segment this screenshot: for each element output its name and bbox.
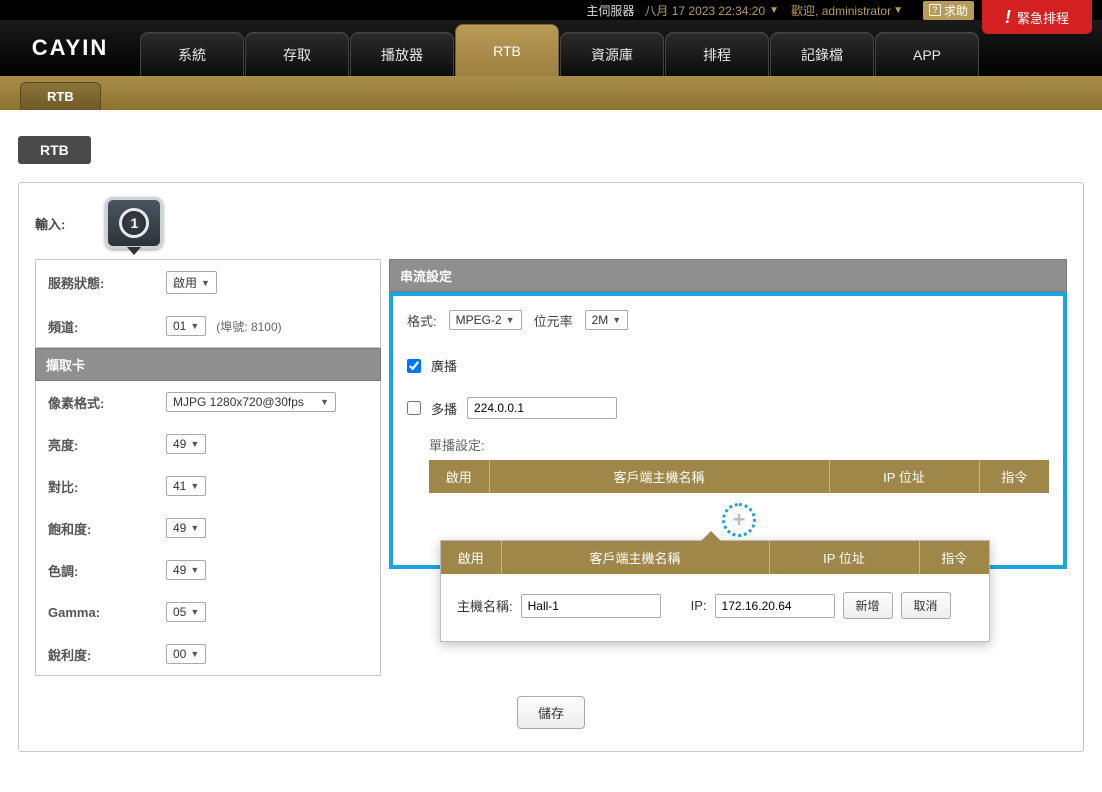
popup-ip-label: IP: [691,598,707,613]
chevron-down-icon: ▼ [190,607,199,617]
help-button[interactable]: ? 求助 [923,1,974,20]
bitrate-label: 位元率 [534,311,573,330]
channel-select[interactable]: 01▼ [166,316,206,336]
chevron-down-icon: ▼ [190,523,199,533]
nav-app[interactable]: APP [875,32,979,76]
nav-rtb[interactable]: RTB [455,24,559,76]
input-label: 輸入: [35,214,65,233]
popup-col-enable: 啟用 [441,541,501,574]
saturation-label: 飽和度: [48,519,166,538]
input-number-icon: 1 [119,208,149,238]
main-header: CAYIN 系統 存取 播放器 RTB 資源庫 排程 記錄檔 APP [0,20,1102,76]
broadcast-checkbox[interactable] [407,359,421,373]
main-nav: 系統 存取 播放器 RTB 資源庫 排程 記錄檔 APP [140,20,980,76]
hue-select[interactable]: 49▼ [166,560,206,580]
popup-pointer-icon [701,531,721,541]
page-content: RTB 輸入: 1 服務狀態: 啟用▼ [0,110,1102,792]
multicast-checkbox[interactable] [407,401,421,415]
format-select[interactable]: MPEG-2▼ [449,310,522,330]
multicast-ip-input[interactable] [467,397,617,419]
unicast-table: 啟用 客戶端主機名稱 IP 位址 指令 + [429,460,1049,547]
nav-system[interactable]: 系統 [140,32,244,76]
add-unicast-popup: 啟用 客戶端主機名稱 IP 位址 指令 主機名稱: IP: 新增 取消 [440,540,990,642]
col-ip: IP 位址 [829,460,979,493]
popup-ip-input[interactable] [715,594,835,618]
brightness-select[interactable]: 49▼ [166,434,206,454]
exclamation-icon: ! [1005,7,1011,28]
channel-label: 頻道: [48,317,166,336]
hue-label: 色調: [48,561,166,580]
popup-cancel-button[interactable]: 取消 [901,592,951,619]
saturation-select[interactable]: 49▼ [166,518,206,538]
popup-col-cmd: 指令 [919,541,989,574]
chevron-down-icon: ▼ [190,481,199,491]
nav-schedule[interactable]: 排程 [665,32,769,76]
pixel-format-label: 像素格式: [48,393,166,412]
username: administrator [822,4,891,18]
col-host: 客戶端主機名稱 [489,460,829,493]
chevron-down-icon: ▼ [190,321,199,331]
sharpness-label: 銳利度: [48,645,166,664]
col-enable: 啟用 [429,460,489,493]
left-column: 服務狀態: 啟用▼ 頻道: 01▼ (埠號: 8100) [35,259,381,676]
chevron-down-icon: ▼ [201,278,210,288]
chevron-down-icon: ▼ [320,397,329,407]
chevron-down-icon: ▼ [190,649,199,659]
chevron-down-icon: ▼ [190,439,199,449]
rtb-panel: 輸入: 1 服務狀態: 啟用▼ [18,182,1084,752]
sharpness-select[interactable]: 00▼ [166,644,206,664]
stream-settings-header: 串流設定 [389,259,1067,292]
nav-log[interactable]: 記錄檔 [770,32,874,76]
multicast-label: 多播 [431,399,457,418]
question-icon: ? [929,4,941,16]
page-title: RTB [18,136,91,164]
plus-icon: + [733,507,746,533]
nav-resource[interactable]: 資源庫 [560,32,664,76]
chevron-down-icon: ▼ [190,565,199,575]
broadcast-label: 廣播 [431,356,457,375]
popup-col-ip: IP 位址 [769,541,919,574]
add-unicast-button[interactable]: + [722,503,756,537]
subnav-rtb[interactable]: RTB [20,82,101,110]
stream-settings-box: 格式: MPEG-2▼ 位元率 2M▼ 廣播 多播 [389,292,1067,569]
capture-card-header: 擷取卡 [35,348,381,381]
save-button[interactable]: 儲存 [517,696,585,729]
emergency-schedule-button[interactable]: ! 緊急排程 [982,0,1092,34]
chevron-down-icon [127,247,141,255]
input-selector-row: 輸入: 1 [35,197,1067,249]
pixel-format-select[interactable]: MJPG 1280x720@30fps▼ [166,392,336,412]
service-status-select[interactable]: 啟用▼ [166,271,217,294]
top-info-bar: 主伺服器 八月 17 2023 22:34:20 ▼ 歡迎, administr… [0,0,1102,20]
welcome-text: 歡迎, administrator [791,2,891,19]
gamma-select[interactable]: 05▼ [166,602,206,622]
service-status-label: 服務狀態: [48,273,166,292]
contrast-select[interactable]: 41▼ [166,476,206,496]
nav-player[interactable]: 播放器 [350,32,454,76]
popup-hostname-input[interactable] [521,594,661,618]
chevron-down-icon: ▼ [612,315,621,325]
popup-add-button[interactable]: 新增 [843,592,893,619]
popup-hostname-label: 主機名稱: [457,596,513,615]
col-cmd: 指令 [979,460,1049,493]
server-label: 主伺服器 [586,2,634,19]
user-menu-chevron-down-icon[interactable]: ▼ [893,5,903,16]
server-datetime: 八月 17 2023 22:34:20 [644,2,765,19]
nav-access[interactable]: 存取 [245,32,349,76]
contrast-label: 對比: [48,477,166,496]
bitrate-select[interactable]: 2M▼ [585,310,629,330]
gamma-label: Gamma: [48,605,166,620]
input-1-button[interactable]: 1 [105,197,163,249]
popup-col-host: 客戶端主機名稱 [501,541,769,574]
unicast-title: 單播設定: [429,435,1049,454]
brand-logo: CAYIN [0,20,140,76]
chevron-down-icon[interactable]: ▼ [769,5,779,16]
sub-nav: RTB [0,76,1102,110]
port-hint: (埠號: 8100) [216,318,281,335]
brightness-label: 亮度: [48,435,166,454]
format-label: 格式: [407,311,437,330]
chevron-down-icon: ▼ [506,315,515,325]
